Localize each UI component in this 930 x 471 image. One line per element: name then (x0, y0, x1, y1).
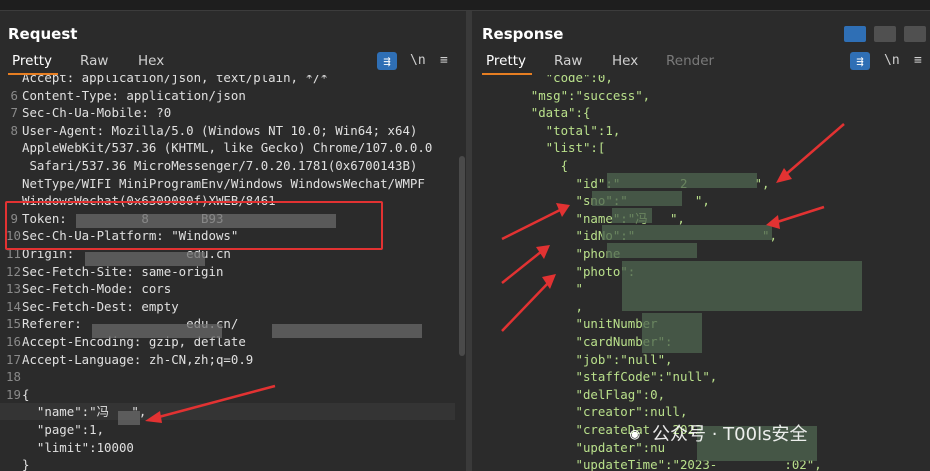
line-number: 12 (6, 263, 21, 279)
line-text: Accept: application/json, text/plain, */… (22, 75, 328, 85)
request-line: Safari/537.36 MicroMessenger/7.0.20.1781… (0, 157, 455, 174)
redaction-blur (118, 411, 140, 425)
redaction-blur (272, 324, 422, 338)
line-number: 19 (6, 386, 21, 402)
request-line: 17 Accept-Language: zh-CN,zh;q=0.9 (0, 351, 455, 368)
request-line: } (0, 456, 455, 471)
request-line: 12 Sec-Fetch-Site: same-origin (0, 263, 455, 280)
tab-pretty[interactable]: Pretty (12, 53, 52, 69)
request-scrollbar[interactable] (459, 156, 465, 356)
annotation-arrows (501, 123, 845, 332)
line-number: 13 (6, 281, 21, 297)
line-text: Sec-Fetch-Mode: cors (22, 281, 172, 297)
tab-hex[interactable]: Hex (138, 53, 164, 69)
line-text: } (22, 457, 30, 471)
watermark: 公众号 · T00ls安全 (652, 424, 808, 445)
redaction-blur (76, 214, 336, 228)
top-bar (0, 0, 930, 11)
line-number: 15 (6, 316, 21, 332)
newline-toggle[interactable]: \n (410, 53, 426, 68)
redaction-blur (85, 252, 205, 266)
annotation-arrow (145, 384, 276, 423)
tab-raw[interactable]: Raw (80, 53, 108, 69)
request-line: 6 Content-Type: application/json (0, 87, 455, 104)
line-text: "page":1, (22, 422, 105, 437)
wrap-lines-icon[interactable]: ⇶ (377, 52, 397, 70)
request-tabs: Pretty Raw Hex ⇶ \n ≡ (0, 52, 466, 75)
line-text: Sec-Ch-Ua-Mobile: ?0 (22, 105, 172, 121)
request-line: NetType/WIFI MiniProgramEnv/Windows Wind… (0, 175, 455, 192)
line-number: 6 (10, 87, 18, 103)
line-text: AppleWebKit/537.36 (KHTML, like Gecko) C… (22, 140, 433, 156)
line-text: User-Agent: Mozilla/5.0 (Windows NT 10.0… (22, 122, 418, 138)
line-text: Accept-Language: zh-CN,zh;q=0.9 (22, 351, 254, 367)
line-number: 16 (6, 334, 21, 349)
request-pane: Request Pretty Raw Hex ⇶ \n ≡ Accept: ap… (0, 11, 466, 471)
line-text: "limit":10000 (22, 439, 134, 455)
request-line: AppleWebKit/537.36 (KHTML, like Gecko) C… (0, 139, 455, 156)
request-line: 8 User-Agent: Mozilla/5.0 (Windows NT 10.… (0, 122, 455, 139)
line-number: 18 (6, 369, 21, 385)
request-line: 7 Sec-Ch-Ua-Mobile: ?0 (0, 104, 455, 121)
redaction-blur (92, 324, 222, 338)
line-number: 17 (6, 351, 21, 367)
line-number: 14 (6, 298, 21, 314)
wechat-icon: ◉ (630, 424, 640, 443)
response-pane: Response Pretty Raw Hex Render ⇶ \n ≡ "c… (472, 11, 930, 471)
line-text: { (22, 386, 30, 402)
line-text: Content-Type: application/json (22, 87, 246, 103)
request-line: 13 Sec-Fetch-Mode: cors (0, 280, 455, 297)
line-number: 8 (10, 122, 18, 138)
line-text: Sec-Fetch-Dest: empty (22, 298, 179, 314)
request-title: Request (8, 25, 78, 43)
line-number: 7 (10, 105, 18, 121)
request-line: Accept: application/json, text/plain, */… (0, 75, 455, 86)
line-text: Safari/537.36 MicroMessenger/7.0.20.1781… (22, 158, 418, 173)
line-text: NetType/WIFI MiniProgramEnv/Windows Wind… (22, 175, 425, 191)
request-line: "limit":10000 (0, 439, 455, 456)
request-line: 14 Sec-Fetch-Dest: empty (0, 298, 455, 315)
hamburger-icon[interactable]: ≡ (440, 53, 448, 68)
